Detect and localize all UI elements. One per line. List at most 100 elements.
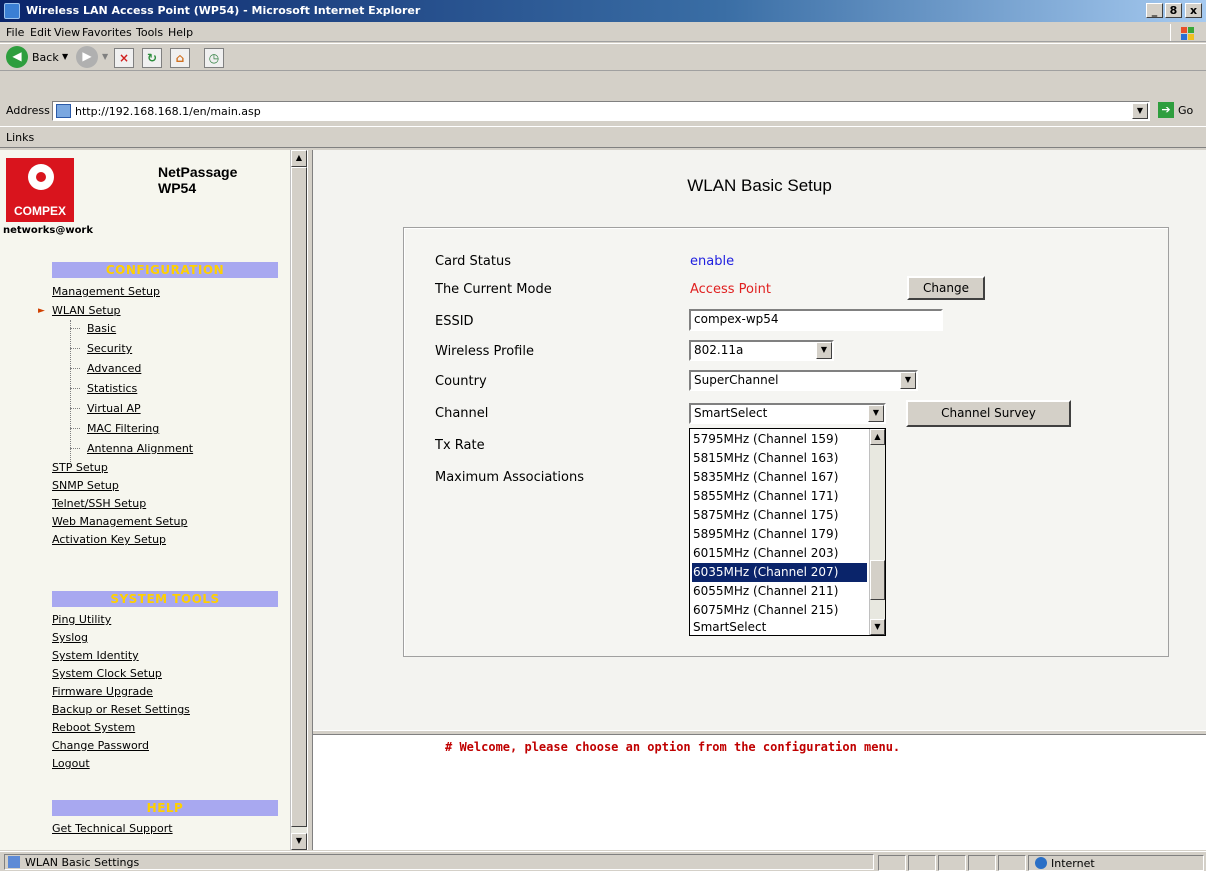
current-mode-label: The Current Mode [435, 282, 552, 297]
history-icon[interactable]: ◷ [204, 48, 224, 68]
scroll-up-icon[interactable]: ▲ [291, 150, 307, 167]
nav-backup-reset[interactable]: Backup or Reset Settings [52, 703, 190, 716]
minimize-button[interactable]: _ [1146, 3, 1163, 18]
refresh-icon[interactable]: ↻ [142, 48, 162, 68]
forward-arrow-icon[interactable]: ▶ [76, 46, 98, 68]
nav-scroll-thumb[interactable] [291, 167, 307, 827]
chevron-down-icon[interactable]: ▼ [816, 342, 832, 359]
dropdown-scroll-thumb[interactable] [870, 560, 885, 600]
current-mode-value: Access Point [690, 282, 771, 297]
window-title-bar: Wireless LAN Access Point (WP54) - Micro… [0, 0, 1206, 22]
channel-option[interactable]: 6055MHz (Channel 211) [692, 582, 867, 601]
nav-snmp-setup[interactable]: SNMP Setup [52, 479, 119, 492]
nav-syslog[interactable]: Syslog [52, 631, 88, 644]
nav-wlan-security[interactable]: Security [87, 342, 132, 355]
configuration-header: CONFIGURATION [52, 262, 278, 278]
address-bar: Address http://192.168.168.1/en/main.asp… [0, 99, 1206, 123]
channel-option[interactable]: 6075MHz (Channel 215) [692, 601, 867, 620]
nav-firmware-upgrade[interactable]: Firmware Upgrade [52, 685, 153, 698]
nav-change-password[interactable]: Change Password [52, 739, 149, 752]
scroll-down-icon[interactable]: ▼ [870, 619, 885, 635]
country-label: Country [435, 374, 487, 389]
nav-scrollbar[interactable]: ▲ ▼ [290, 150, 307, 850]
nav-reboot-system[interactable]: Reboot System [52, 721, 135, 734]
compex-logo-flower [28, 164, 54, 190]
chevron-down-icon[interactable]: ▼ [900, 372, 916, 389]
channel-option[interactable]: 5835MHz (Channel 167) [692, 468, 867, 487]
channel-option[interactable]: SmartSelect [692, 620, 867, 636]
wireless-profile-value: 802.11a [694, 343, 744, 357]
menu-view[interactable]: View [54, 26, 80, 39]
page-icon [56, 104, 71, 118]
menu-edit[interactable]: Edit [30, 26, 51, 39]
menu-help[interactable]: Help [168, 26, 193, 39]
nav-wlan-mac-filtering[interactable]: MAC Filtering [87, 422, 159, 435]
channel-option[interactable]: 5875MHz (Channel 175) [692, 506, 867, 525]
address-url[interactable]: http://192.168.168.1/en/main.asp [75, 105, 261, 118]
nav-logout[interactable]: Logout [52, 757, 90, 770]
channel-survey-button[interactable]: Channel Survey [906, 400, 1071, 427]
back-label[interactable]: Back [32, 51, 59, 64]
globe-icon [1035, 857, 1047, 869]
nav-system-clock-setup[interactable]: System Clock Setup [52, 667, 162, 680]
status-pane [908, 855, 936, 871]
content-frame: WLAN Basic Setup Card Status enable The … [313, 150, 1206, 730]
address-dropdown-icon[interactable]: ▼ [1132, 103, 1148, 119]
nav-stp-setup[interactable]: STP Setup [52, 461, 108, 474]
nav-wlan-setup[interactable]: WLAN Setup [52, 304, 121, 317]
nav-wlan-basic[interactable]: Basic [87, 322, 116, 335]
status-text: WLAN Basic Settings [25, 856, 140, 869]
nav-management-setup[interactable]: Management Setup [52, 285, 160, 298]
nav-wlan-virtual-ap[interactable]: Virtual AP [87, 402, 141, 415]
channel-dropdown-list[interactable]: 5795MHz (Channel 159) 5815MHz (Channel 1… [689, 428, 886, 636]
nav-wlan-advanced[interactable]: Advanced [87, 362, 141, 375]
channel-option[interactable]: 6015MHz (Channel 203) [692, 544, 867, 563]
channel-option[interactable]: 5895MHz (Channel 179) [692, 525, 867, 544]
menu-bar: File Edit View Favorites Tools Help [0, 22, 1206, 42]
country-select[interactable]: SuperChannel ▼ [689, 370, 918, 391]
back-dropdown-icon[interactable]: ▼ [62, 52, 68, 61]
nav-system-identity[interactable]: System Identity [52, 649, 139, 662]
stop-icon[interactable]: × [114, 48, 134, 68]
channel-option[interactable]: 5855MHz (Channel 171) [692, 487, 867, 506]
forward-dropdown-icon[interactable]: ▼ [102, 52, 108, 61]
go-label[interactable]: Go [1178, 104, 1193, 117]
menu-file[interactable]: File [6, 26, 24, 39]
channel-select[interactable]: SmartSelect ▼ [689, 403, 886, 424]
navigation-frame: COMPEX networks@work NetPassage WP54 CON… [0, 150, 290, 850]
nav-get-technical-support[interactable]: Get Technical Support [52, 822, 173, 835]
nav-wlan-antenna-alignment[interactable]: Antenna Alignment [87, 442, 193, 455]
essid-label: ESSID [435, 314, 474, 329]
nav-web-management-setup[interactable]: Web Management Setup [52, 515, 187, 528]
chevron-down-icon[interactable]: ▼ [868, 405, 884, 422]
change-mode-button[interactable]: Change [907, 276, 985, 300]
close-button[interactable]: x [1185, 3, 1202, 18]
essid-input[interactable]: compex-wp54 [689, 309, 943, 331]
menu-favorites[interactable]: Favorites [82, 26, 132, 39]
wireless-profile-label: Wireless Profile [435, 344, 534, 359]
address-input[interactable]: http://192.168.168.1/en/main.asp ▼ [52, 101, 1150, 121]
nav-telnet-ssh-setup[interactable]: Telnet/SSH Setup [52, 497, 146, 510]
nav-activation-key-setup[interactable]: Activation Key Setup [52, 533, 166, 546]
channel-option-highlighted[interactable]: 6035MHz (Channel 207) [691, 562, 868, 583]
product-name: NetPassage WP54 [158, 164, 237, 196]
nav-ping-utility[interactable]: Ping Utility [52, 613, 111, 626]
nav-wlan-statistics[interactable]: Statistics [87, 382, 137, 395]
channel-label: Channel [435, 406, 489, 421]
maximize-button[interactable]: 8 [1165, 3, 1182, 18]
back-arrow-icon[interactable]: ◀ [6, 46, 28, 68]
scroll-down-icon[interactable]: ▼ [291, 833, 307, 850]
go-arrow-icon[interactable]: ➔ [1158, 102, 1174, 118]
dropdown-scrollbar[interactable]: ▲ ▼ [869, 429, 885, 635]
menu-tools[interactable]: Tools [136, 26, 163, 39]
ie-page-icon [4, 3, 20, 19]
scroll-up-icon[interactable]: ▲ [870, 429, 885, 445]
links-label[interactable]: Links [6, 131, 34, 144]
product-model: WP54 [158, 180, 197, 196]
country-value: SuperChannel [694, 373, 779, 387]
wireless-profile-select[interactable]: 802.11a ▼ [689, 340, 834, 361]
channel-option[interactable]: 5795MHz (Channel 159) [692, 430, 867, 449]
system-tools-header: SYSTEM TOOLS [52, 591, 278, 607]
channel-option[interactable]: 5815MHz (Channel 163) [692, 449, 867, 468]
home-icon[interactable]: ⌂ [170, 48, 190, 68]
